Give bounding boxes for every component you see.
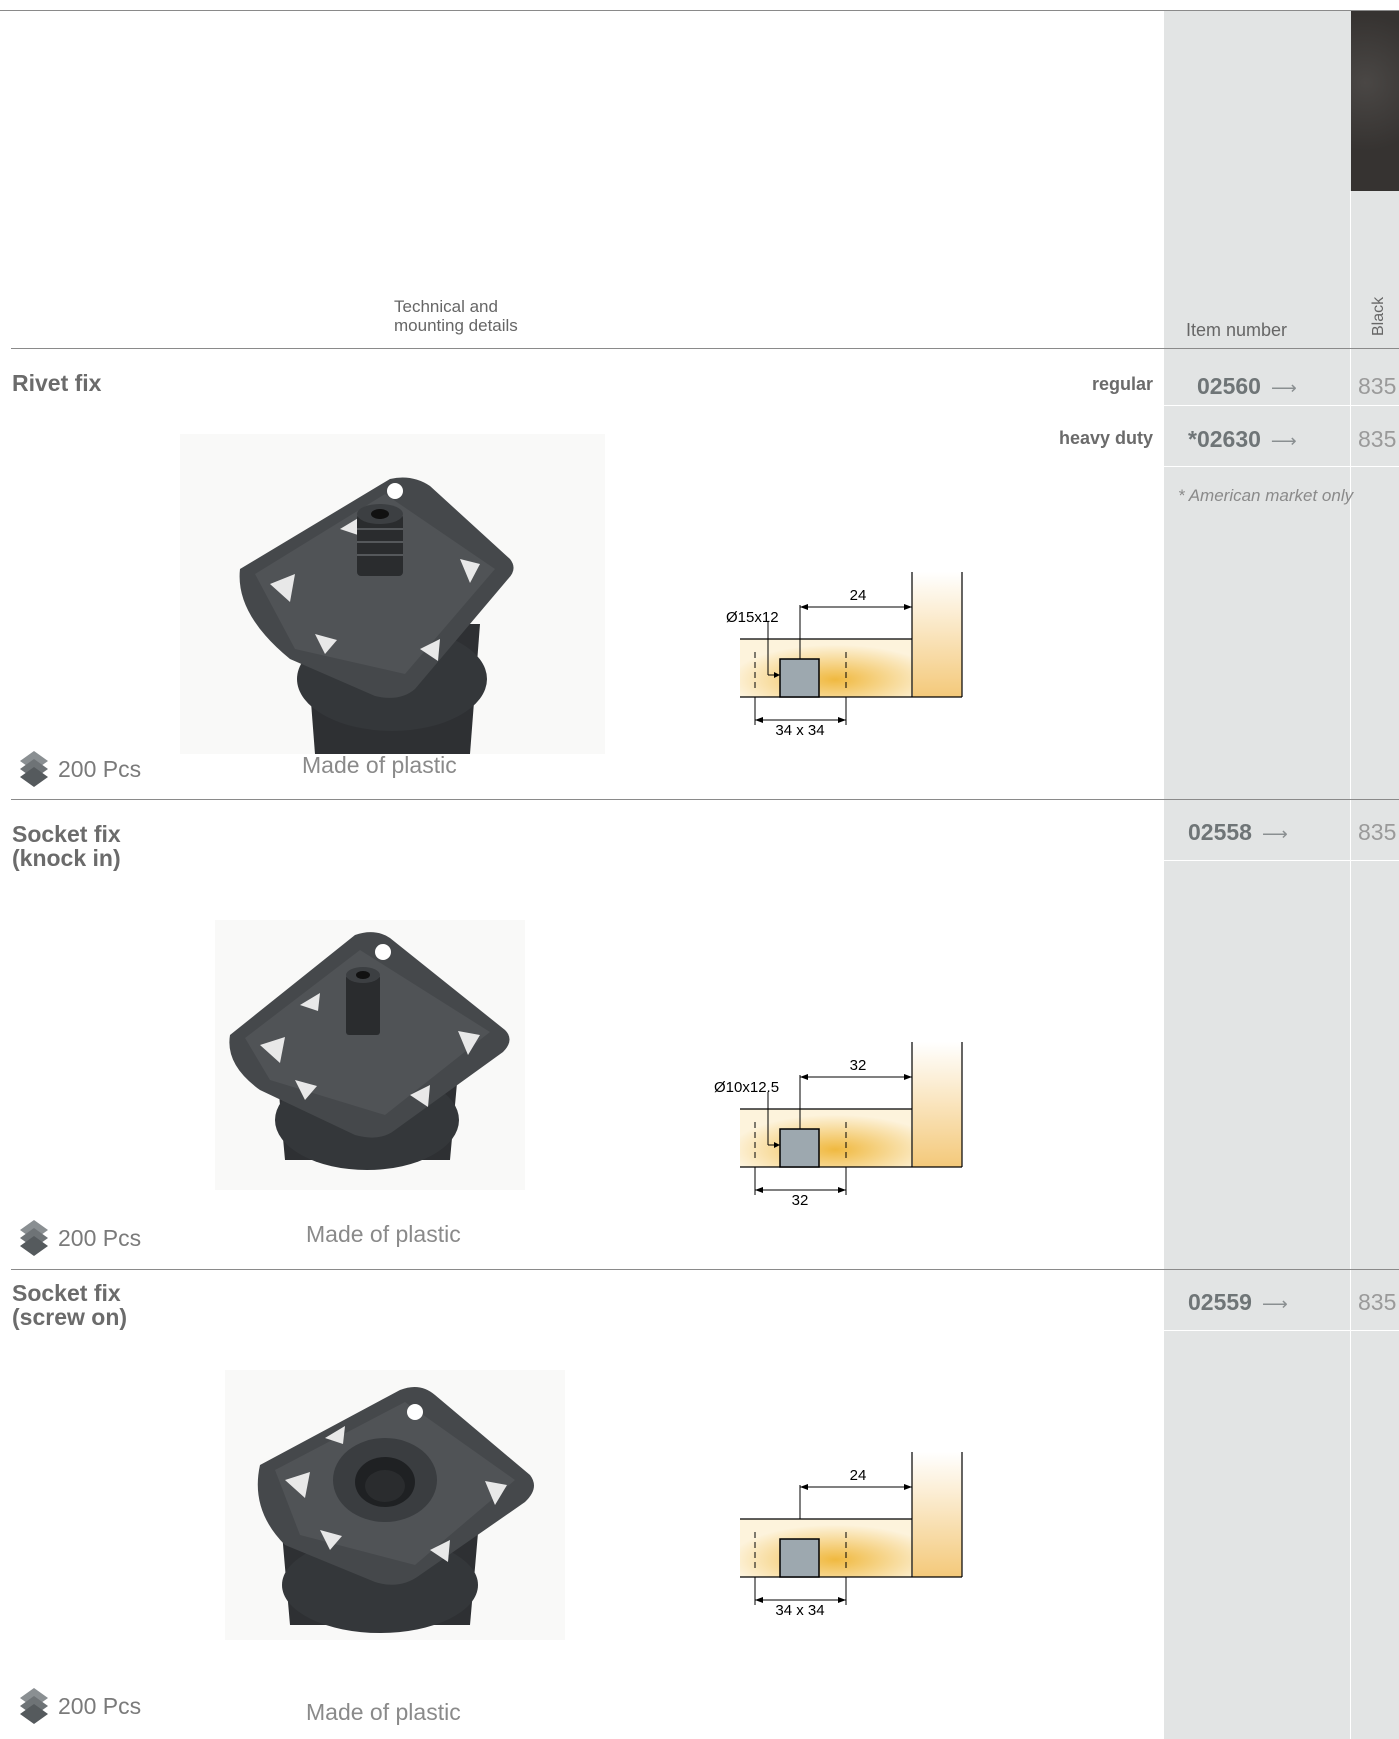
material-text: Made of plastic — [306, 1699, 461, 1725]
column-divider — [1350, 191, 1351, 1739]
item-number-link[interactable]: 02559 ⟶ — [1188, 1289, 1288, 1316]
variant-label-heavy-duty: heavy duty — [1058, 428, 1153, 448]
product-title-line1: Socket fix — [12, 821, 121, 847]
item-number: 02560 — [1197, 373, 1261, 399]
material-text: Made of plastic — [306, 1221, 461, 1247]
pack-quantity: 200 Pcs — [16, 1686, 141, 1726]
product-title-line1: Socket fix — [12, 1280, 121, 1306]
pack-quantity: 200 Pcs — [16, 749, 141, 789]
price-black: 835 — [1358, 426, 1397, 452]
item-number-link[interactable]: *02630 ⟶ — [1188, 426, 1297, 453]
product-title-line1: Rivet fix — [12, 370, 102, 396]
dimension-hole: Ø15x12 — [726, 609, 779, 626]
mounting-diagram-socket-fix-knock-in: 32 Ø10x12.5 32 — [714, 1042, 963, 1209]
item-number-header: Item number — [1186, 320, 1288, 340]
market-note: * American market only — [1178, 486, 1354, 505]
product-title-line2: (knock in) — [12, 845, 121, 871]
material-text: Made of plastic — [302, 752, 457, 778]
price-black: 835 — [1358, 373, 1397, 399]
technical-details-header: Technical and mounting details — [394, 297, 518, 335]
product-title-socket-fix-knock-in: Socket fix (knock in) — [12, 822, 121, 870]
tech-header-line1: Technical and — [394, 297, 498, 316]
price-black: 835 — [1358, 1289, 1397, 1315]
row-divider — [1164, 466, 1399, 467]
item-number: *02630 — [1188, 426, 1261, 452]
section-rule — [11, 799, 1399, 800]
pack-quantity: 200 Pcs — [16, 1218, 141, 1258]
row-divider — [1164, 1330, 1399, 1331]
product-photo-rivet-fix — [180, 434, 605, 754]
dimension-distance: 24 — [850, 1467, 867, 1484]
arrow-right-icon: ⟶ — [1261, 1294, 1288, 1314]
dimension-hole: Ø10x12.5 — [714, 1079, 779, 1096]
item-column-background — [1164, 11, 1399, 1739]
pack-quantity-text: 200 Pcs — [58, 755, 142, 782]
mounting-diagram-rivet-fix: 24 Ø15x12 34 x 34 — [726, 572, 963, 739]
black-color-swatch — [1351, 11, 1399, 191]
item-number-link[interactable]: 02560 ⟶ — [1197, 373, 1297, 400]
product-title-line2: (screw on) — [12, 1304, 128, 1330]
arrow-right-icon: ⟶ — [1261, 824, 1288, 844]
mounting-diagram-socket-fix-screw-on: 24 34 x 34 — [740, 1452, 963, 1619]
product-title-socket-fix-screw-on: Socket fix (screw on) — [12, 1281, 127, 1329]
dimension-distance: 32 — [850, 1057, 867, 1074]
dimension-bottom: 32 — [792, 1192, 809, 1209]
dimension-bottom: 34 x 34 — [775, 1602, 824, 1619]
product-photo-socket-fix-screw-on — [225, 1370, 565, 1640]
stack-icon — [20, 1220, 48, 1256]
row-divider — [1164, 405, 1399, 406]
arrow-right-icon: ⟶ — [1270, 378, 1297, 398]
section-rule — [11, 1269, 1399, 1270]
tech-header-line2: mounting details — [394, 316, 518, 335]
black-color-header: Black — [1370, 296, 1387, 336]
dimension-distance: 24 — [850, 587, 867, 604]
variant-label-regular: regular — [1091, 374, 1153, 394]
item-number-link[interactable]: 02558 ⟶ — [1188, 819, 1288, 846]
stack-icon — [20, 751, 48, 787]
row-divider — [1164, 860, 1399, 861]
item-number: 02558 — [1188, 819, 1252, 845]
arrow-right-icon: ⟶ — [1270, 431, 1297, 451]
item-number: 02559 — [1188, 1289, 1252, 1315]
section-rule — [11, 348, 1399, 349]
pack-quantity-text: 200 Pcs — [58, 1224, 142, 1251]
dimension-bottom: 34 x 34 — [775, 722, 824, 739]
top-rule — [0, 10, 1399, 11]
product-title-rivet-fix: Rivet fix — [12, 371, 101, 395]
pack-quantity-text: 200 Pcs — [58, 1692, 142, 1719]
stack-icon — [20, 1688, 48, 1724]
price-black: 835 — [1358, 819, 1397, 845]
product-photo-socket-fix-knock-in — [215, 920, 525, 1190]
